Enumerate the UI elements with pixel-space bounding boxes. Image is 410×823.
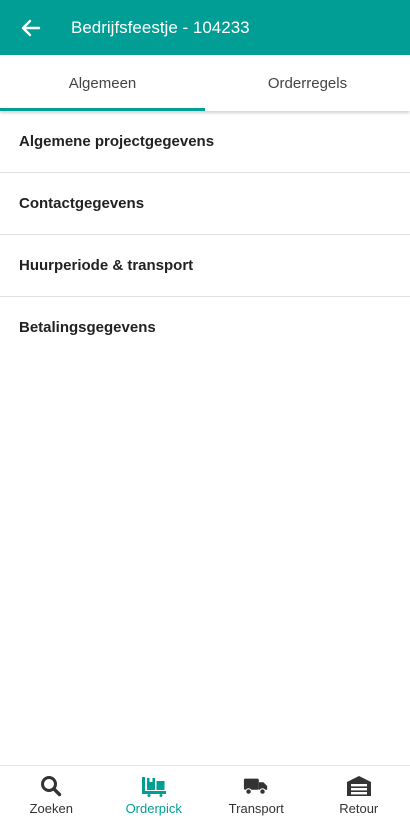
section-algemene-projectgegevens[interactable]: Algemene projectgegevens [0,111,410,173]
nav-label: Orderpick [126,801,182,816]
warehouse-icon [346,774,372,798]
tab-algemeen[interactable]: Algemeen [0,55,205,111]
back-button[interactable] [0,0,62,55]
nav-transport[interactable]: Transport [205,766,308,823]
nav-retour[interactable]: Retour [308,766,410,823]
app-bar: Bedrijfsfeestje - 104233 [0,0,410,55]
nav-label: Retour [339,801,378,816]
section-list: Algemene projectgegevens Contactgegevens… [0,111,410,358]
section-betalingsgegevens[interactable]: Betalingsgegevens [0,297,410,358]
search-icon [38,774,64,798]
tab-orderregels[interactable]: Orderregels [205,55,410,111]
nav-label: Zoeken [30,801,73,816]
pallet-boxes-icon [141,774,167,798]
nav-orderpick[interactable]: Orderpick [103,766,206,823]
tab-bar: Algemeen Orderregels [0,55,410,111]
truck-icon [243,774,269,798]
nav-zoeken[interactable]: Zoeken [0,766,103,823]
page-title: Bedrijfsfeestje - 104233 [71,18,250,38]
section-contactgegevens[interactable]: Contactgegevens [0,173,410,235]
nav-label: Transport [229,801,284,816]
bottom-navigation: Zoeken Orderpick Transport [0,765,410,823]
arrow-left-icon [21,19,41,37]
section-huurperiode-transport[interactable]: Huurperiode & transport [0,235,410,297]
